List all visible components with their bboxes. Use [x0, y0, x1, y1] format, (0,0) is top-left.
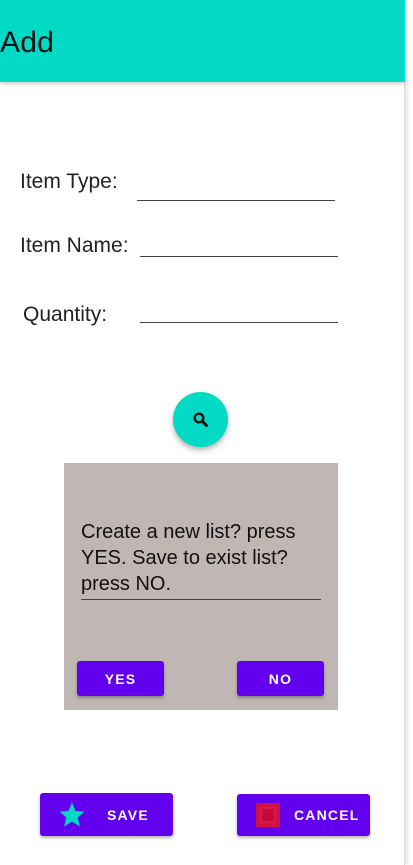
save-button[interactable]: SAVE [40, 793, 173, 836]
item-type-label: Item Type: [20, 170, 118, 193]
quantity-field[interactable] [140, 293, 338, 323]
item-name-field[interactable] [140, 227, 338, 257]
cancel-label: CANCEL [294, 807, 360, 823]
search-button[interactable] [173, 392, 228, 447]
list-choice-dialog: Create a new list? press YES. Save to ex… [64, 463, 338, 710]
search-icon [192, 411, 208, 427]
stop-square-icon [256, 803, 280, 827]
page-title: Add [0, 26, 54, 59]
dialog-message: Create a new list? press YES. Save to ex… [81, 519, 321, 600]
quantity-label: Quantity: [23, 303, 108, 326]
cancel-button[interactable]: CANCEL [237, 794, 370, 836]
no-button[interactable]: NO [237, 661, 324, 696]
item-type-field[interactable] [137, 171, 335, 201]
yes-button[interactable]: YES [77, 661, 164, 696]
add-screen: Add Item Type: Item Name: Quantity: Crea… [0, 0, 405, 865]
item-name-label: Item Name: [20, 234, 129, 257]
save-label: SAVE [107, 806, 149, 823]
app-bar: Add [0, 0, 405, 82]
star-icon [59, 802, 85, 826]
